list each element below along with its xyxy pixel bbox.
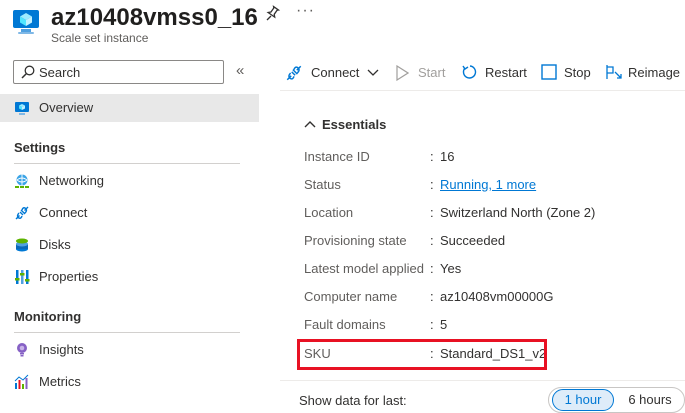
time-range-label: Show data for last: bbox=[299, 393, 407, 408]
row-label: Computer name bbox=[304, 289, 398, 304]
sidebar-item-metrics[interactable]: Metrics bbox=[0, 368, 259, 396]
row-value: 16 bbox=[440, 149, 455, 164]
row-value: 5 bbox=[440, 317, 448, 332]
insights-icon bbox=[17, 343, 27, 357]
page-title: az10408vmss0_16 bbox=[51, 4, 258, 31]
sidebar-item-overview[interactable]: Overview bbox=[0, 94, 259, 122]
chevron-up-icon[interactable] bbox=[304, 118, 316, 130]
sidebar-item-properties[interactable]: Properties bbox=[0, 263, 259, 291]
row-separator: : bbox=[430, 149, 434, 164]
essentials-row-status: Status : Running, 1 more bbox=[304, 177, 684, 197]
essentials-row-provisioning-state: Provisioning state : Succeeded bbox=[304, 233, 684, 253]
row-separator: : bbox=[430, 261, 434, 276]
stop-label: Stop bbox=[564, 65, 591, 80]
row-label: Instance ID bbox=[304, 149, 370, 164]
sidebar-item-networking[interactable]: Networking bbox=[0, 167, 259, 195]
row-value: az10408vm00000G bbox=[440, 289, 554, 304]
row-value: Yes bbox=[440, 261, 462, 276]
sidebar-item-label: Networking bbox=[39, 173, 105, 188]
sidebar-item-label: Connect bbox=[39, 205, 88, 220]
sidebar-item-insights[interactable]: Insights bbox=[0, 336, 259, 364]
divider bbox=[280, 90, 685, 91]
settings-section-heading: Settings bbox=[14, 140, 66, 155]
essentials-row-instance-id: Instance ID : 16 bbox=[304, 149, 684, 169]
row-separator: : bbox=[430, 177, 434, 192]
stop-icon bbox=[541, 64, 557, 80]
divider bbox=[14, 332, 240, 333]
chevron-down-icon bbox=[367, 69, 379, 76]
monitoring-section-heading: Monitoring bbox=[14, 309, 82, 324]
row-separator: : bbox=[430, 233, 434, 248]
more-options-button[interactable]: ··· bbox=[296, 2, 315, 20]
properties-icon bbox=[15, 270, 30, 284]
start-button[interactable]: Start bbox=[395, 62, 450, 84]
sidebar-item-label: Disks bbox=[39, 237, 71, 252]
disks-icon bbox=[16, 238, 28, 252]
restart-label: Restart bbox=[485, 65, 527, 80]
collapse-sidebar-button[interactable]: « bbox=[236, 62, 244, 79]
row-separator: : bbox=[430, 205, 434, 220]
sidebar-item-connect[interactable]: Connect bbox=[0, 199, 259, 227]
row-value: Succeeded bbox=[440, 233, 506, 248]
networking-icon bbox=[15, 174, 29, 188]
reimage-icon bbox=[606, 65, 622, 79]
sidebar-item-label: Overview bbox=[39, 100, 94, 115]
essentials-row-computer-name: Computer name : az10408vm00000G bbox=[304, 289, 684, 309]
row-label: Status bbox=[304, 177, 341, 192]
sku-highlight-box bbox=[297, 339, 547, 370]
restart-icon bbox=[462, 65, 477, 79]
connect-label: Connect bbox=[311, 65, 360, 80]
time-range-6-hours[interactable]: 6 hours bbox=[618, 389, 682, 411]
row-separator: : bbox=[430, 317, 434, 332]
row-label: Provisioning state bbox=[304, 233, 407, 248]
search-placeholder: Search bbox=[39, 65, 81, 80]
connect-button[interactable]: Connect bbox=[285, 62, 385, 84]
sidebar-item-label: Properties bbox=[39, 269, 99, 284]
row-label: Location bbox=[304, 205, 354, 220]
sidebar-item-disks[interactable]: Disks bbox=[0, 231, 259, 259]
essentials-row-location: Location : Switzerland North (Zone 2) bbox=[304, 205, 684, 225]
reimage-label: Reimage bbox=[628, 65, 681, 80]
row-value: Switzerland North (Zone 2) bbox=[440, 205, 596, 220]
plug-icon bbox=[15, 206, 29, 220]
start-label: Start bbox=[418, 65, 446, 80]
row-label: Fault domains bbox=[304, 317, 386, 332]
row-label: Latest model applied bbox=[304, 261, 424, 276]
row-separator: : bbox=[430, 289, 434, 304]
sidebar-item-label: Metrics bbox=[39, 374, 81, 389]
overview-icon bbox=[15, 102, 29, 115]
essentials-row-fault-domains: Fault domains : 5 bbox=[304, 317, 684, 337]
search-input[interactable]: Search bbox=[13, 60, 224, 84]
essentials-heading[interactable]: Essentials bbox=[322, 117, 386, 132]
divider bbox=[280, 380, 685, 381]
status-link[interactable]: Running, 1 more bbox=[440, 177, 536, 192]
sidebar-item-label: Insights bbox=[39, 342, 84, 357]
reimage-button[interactable]: Reimage bbox=[605, 62, 685, 84]
restart-button[interactable]: Restart bbox=[462, 62, 530, 84]
page-subtitle: Scale set instance bbox=[51, 31, 149, 45]
plug-icon bbox=[286, 65, 302, 81]
stop-button[interactable]: Stop bbox=[540, 62, 595, 84]
essentials-row-latest-model: Latest model applied : Yes bbox=[304, 261, 684, 281]
pin-icon[interactable] bbox=[263, 5, 281, 23]
search-icon bbox=[21, 65, 35, 79]
metrics-icon bbox=[14, 374, 29, 389]
divider bbox=[14, 163, 240, 164]
scale-set-instance-icon bbox=[13, 10, 39, 34]
time-range-1-hour[interactable]: 1 hour bbox=[552, 389, 614, 411]
play-icon bbox=[396, 65, 409, 81]
